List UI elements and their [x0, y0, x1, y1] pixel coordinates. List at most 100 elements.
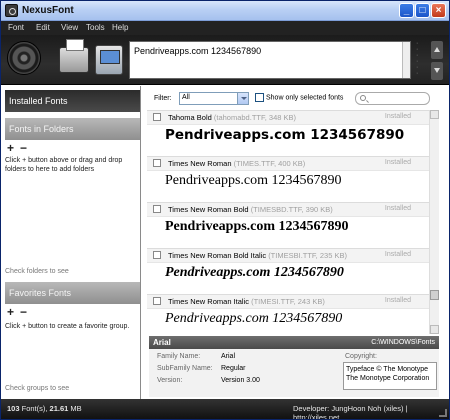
scroll-up-icon[interactable]	[430, 110, 439, 119]
font-select-checkbox[interactable]	[153, 159, 161, 167]
font-file-info: (TIMESBD.TTF, 390 KB)	[250, 205, 333, 214]
favorites-fonts-header[interactable]: Favorites Fonts	[5, 282, 140, 304]
menu-font[interactable]: Font	[8, 23, 24, 32]
font-list-item[interactable]: Tahoma Bold (tahomabd.TTF, 348 KB) Insta…	[147, 110, 433, 156]
search-icon	[360, 95, 366, 101]
copyright-line-1: Typeface © The Monotype	[346, 366, 429, 373]
filter-bar: Filter: All Show only selected fonts	[147, 92, 443, 108]
font-list-item[interactable]: Times New Roman Bold (TIMESBD.TTF, 390 K…	[147, 202, 433, 248]
font-select-checkbox[interactable]	[153, 205, 161, 213]
speaker-icon[interactable]	[7, 41, 41, 75]
subfamily-name-value: Regular	[221, 365, 246, 372]
font-item-header: Tahoma Bold (tahomabd.TTF, 348 KB) Insta…	[147, 111, 433, 125]
font-item-header: Times New Roman Italic (TIMESI.TTF, 243 …	[147, 295, 433, 309]
folders-toolbar: + −	[5, 141, 140, 155]
monitor-icon[interactable]	[95, 45, 123, 75]
font-status: Installed	[384, 159, 411, 166]
font-sample: Pendriveapps.com 1234567890	[165, 219, 349, 234]
font-select-checkbox[interactable]	[153, 297, 161, 305]
font-file-info: (TIMESI.TTF, 243 KB)	[251, 297, 325, 306]
show-selected-toggle[interactable]: Show only selected fonts	[255, 93, 343, 102]
size-up-icon[interactable]	[431, 41, 443, 59]
show-selected-label: Show only selected fonts	[266, 94, 344, 102]
version-value: Version 3.00	[221, 377, 260, 384]
fonts-in-folders-header[interactable]: Fonts in Folders	[5, 118, 140, 140]
font-list-item[interactable]: Times New Roman Bold Italic (TIMESBI.TTF…	[147, 248, 433, 294]
font-name: Times New Roman Bold Italic (TIMESBI.TTF…	[168, 251, 347, 260]
font-list-item[interactable]: Times New Roman (TIMES.TTF, 400 KB) Inst…	[147, 156, 433, 202]
font-item-header: Times New Roman (TIMES.TTF, 400 KB) Inst…	[147, 157, 433, 171]
show-selected-checkbox[interactable]	[255, 93, 264, 102]
copyright-line-2: The Monotype Corporation	[346, 375, 430, 382]
add-folder-button[interactable]: +	[7, 141, 14, 155]
filter-label: Filter:	[154, 95, 172, 102]
info-font-path: C:\WINDOWS\Fonts	[371, 339, 435, 346]
groups-hint-text: Check groups to see	[5, 385, 70, 392]
menu-help[interactable]: Help	[112, 23, 128, 32]
font-select-checkbox[interactable]	[153, 113, 161, 121]
scroll-thumb[interactable]	[430, 290, 439, 300]
font-status: Installed	[384, 297, 411, 304]
menu-tools[interactable]: Tools	[86, 23, 105, 32]
font-item-header: Times New Roman Bold (TIMESBD.TTF, 390 K…	[147, 203, 433, 217]
font-file-info: (tahomabd.TTF, 348 KB)	[213, 113, 296, 122]
resize-grip-icon[interactable]	[439, 409, 447, 417]
info-font-name: Arial	[153, 338, 171, 347]
family-name-label: Family Name:	[157, 353, 201, 360]
size-down-icon[interactable]	[431, 62, 443, 80]
font-name: Times New Roman Bold (TIMESBD.TTF, 390 K…	[168, 205, 333, 214]
font-list-item[interactable]: Times New Roman Italic (TIMESI.TTF, 243 …	[147, 294, 433, 334]
printer-icon[interactable]	[59, 39, 89, 73]
font-name: Times New Roman (TIMES.TTF, 400 KB)	[168, 159, 306, 168]
toolbar: Pendriveapps.com 1234567890 · · · · · ·	[1, 35, 449, 85]
scroll-down-icon[interactable]	[430, 325, 439, 334]
right-panel: Filter: All Show only selected fonts Tah…	[143, 86, 447, 399]
remove-group-button[interactable]: −	[20, 305, 27, 319]
filter-selected-value: All	[182, 94, 190, 101]
font-sample: Pendriveapps.com 1234567890	[165, 265, 344, 280]
font-info-header: Arial C:\WINDOWS\Fonts	[149, 336, 439, 349]
copyright-text[interactable]: Typeface © The Monotype The Monotype Cor…	[343, 362, 437, 390]
font-name: Tahoma Bold (tahomabd.TTF, 348 KB)	[168, 113, 296, 122]
title-bar[interactable]: NexusFont _ □ ×	[1, 1, 449, 21]
subfamily-name-label: SubFamily Name:	[157, 365, 213, 372]
font-sample: Pendriveapps.com 1234567890	[165, 173, 342, 188]
menu-edit[interactable]: Edit	[36, 23, 50, 32]
maximize-button[interactable]: □	[415, 3, 430, 18]
status-bar: 103 Font(s), 21.61 MB Developer: JungHoo…	[1, 399, 449, 419]
font-info-panel: Family Name: Arial SubFamily Name: Regul…	[149, 349, 439, 397]
folders-help-text: Click + button above or drag and drop fo…	[5, 157, 123, 173]
preview-text-input[interactable]: Pendriveapps.com 1234567890	[129, 41, 411, 79]
family-name-value: Arial	[221, 353, 236, 360]
preview-text: Pendriveapps.com 1234567890	[134, 46, 262, 56]
add-group-button[interactable]: +	[7, 305, 14, 319]
chevron-down-icon[interactable]	[237, 93, 248, 104]
version-label: Version:	[157, 377, 183, 384]
toolbar-grip-icon: · · · · · ·	[416, 40, 419, 77]
favorites-toolbar: + −	[5, 305, 140, 319]
font-status: Installed	[384, 205, 411, 212]
font-list-scrollbar[interactable]	[429, 110, 439, 334]
folders-hint-text: Check folders to see	[5, 268, 69, 275]
font-count-status: 103 Font(s), 21.61 MB	[7, 404, 82, 413]
preview-scrollbar[interactable]	[402, 42, 410, 78]
font-select-checkbox[interactable]	[153, 251, 161, 259]
developer-credit: Developer: JungHoon Noh (xiles) | http:/…	[293, 404, 408, 420]
font-name: Times New Roman Italic (TIMESI.TTF, 243 …	[168, 297, 325, 306]
font-status: Installed	[384, 113, 411, 120]
search-input[interactable]	[355, 92, 430, 105]
font-file-info: (TIMESBI.TTF, 235 KB)	[268, 251, 347, 260]
font-sample: Pendriveapps.com 1234567890	[165, 127, 405, 143]
installed-fonts-header[interactable]: Installed Fonts	[5, 90, 140, 112]
font-status: Installed	[384, 251, 411, 258]
app-window: NexusFont _ □ × Font Edit View Tools Hel…	[0, 0, 450, 420]
minimize-button[interactable]: _	[399, 3, 414, 18]
font-file-info: (TIMES.TTF, 400 KB)	[233, 159, 306, 168]
font-item-header: Times New Roman Bold Italic (TIMESBI.TTF…	[147, 249, 433, 263]
filter-dropdown[interactable]: All	[179, 92, 249, 105]
menu-view[interactable]: View	[61, 23, 78, 32]
favorites-help-text: Click + button to create a favorite grou…	[5, 323, 130, 330]
remove-folder-button[interactable]: −	[20, 141, 27, 155]
copyright-label: Copyright:	[345, 353, 377, 360]
close-button[interactable]: ×	[431, 3, 446, 18]
